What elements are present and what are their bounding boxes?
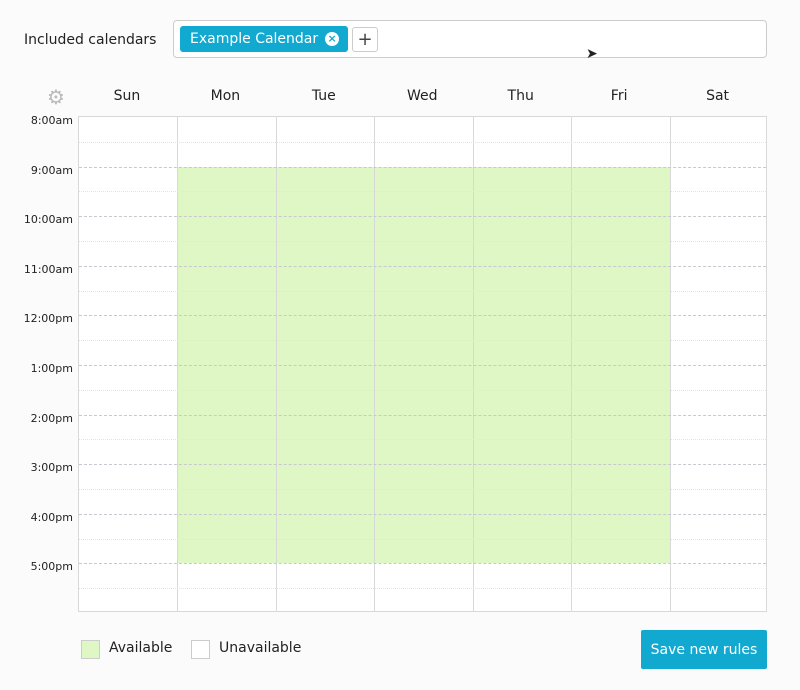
- half-hour-line: [79, 439, 766, 440]
- hour-line: [79, 415, 766, 416]
- mouse-cursor-icon: ➤: [586, 46, 598, 62]
- half-hour-line: [79, 291, 766, 292]
- time-label: 10:00am: [0, 213, 73, 226]
- time-label: 5:00pm: [0, 560, 73, 573]
- legend-unavailable: Unavailable: [219, 640, 301, 656]
- time-label: 11:00am: [0, 263, 73, 276]
- gear-icon[interactable]: ⚙: [47, 85, 65, 109]
- save-rules-button[interactable]: Save new rules: [641, 630, 767, 669]
- half-hour-line: [79, 340, 766, 341]
- half-hour-line: [79, 142, 766, 143]
- time-label: 1:00pm: [0, 362, 73, 375]
- included-calendars-label: Included calendars: [24, 32, 156, 48]
- legend-available: Available: [109, 640, 172, 656]
- half-hour-line: [79, 241, 766, 242]
- unavailable-swatch: [191, 640, 210, 659]
- day-header-fri: Fri: [570, 88, 668, 104]
- time-label: 4:00pm: [0, 511, 73, 524]
- half-hour-line: [79, 539, 766, 540]
- hour-line: [79, 216, 766, 217]
- time-label: 8:00am: [0, 114, 73, 127]
- day-header-tue: Tue: [275, 88, 373, 104]
- half-hour-line: [79, 588, 766, 589]
- day-header-sun: Sun: [78, 88, 176, 104]
- time-label: 9:00am: [0, 164, 73, 177]
- half-hour-line: [79, 390, 766, 391]
- time-label: 3:00pm: [0, 461, 73, 474]
- day-header-mon: Mon: [176, 88, 274, 104]
- hour-line: [79, 563, 766, 564]
- day-header-sat: Sat: [669, 88, 767, 104]
- time-label: 12:00pm: [0, 312, 73, 325]
- hour-line: [79, 167, 766, 168]
- calendar-selector[interactable]: Example Calendar × +: [173, 20, 767, 58]
- time-label: 2:00pm: [0, 412, 73, 425]
- hour-line: [79, 266, 766, 267]
- remove-icon[interactable]: ×: [325, 32, 339, 46]
- day-header-thu: Thu: [472, 88, 570, 104]
- available-swatch: [81, 640, 100, 659]
- hour-line: [79, 514, 766, 515]
- half-hour-line: [79, 191, 766, 192]
- availability-grid[interactable]: [78, 116, 767, 612]
- hour-line: [79, 365, 766, 366]
- hour-line: [79, 315, 766, 316]
- calendar-chip-label: Example Calendar: [190, 31, 318, 47]
- calendar-chip: Example Calendar ×: [180, 26, 348, 52]
- day-header-wed: Wed: [373, 88, 471, 104]
- add-calendar-button[interactable]: +: [352, 27, 378, 52]
- half-hour-line: [79, 489, 766, 490]
- hour-line: [79, 464, 766, 465]
